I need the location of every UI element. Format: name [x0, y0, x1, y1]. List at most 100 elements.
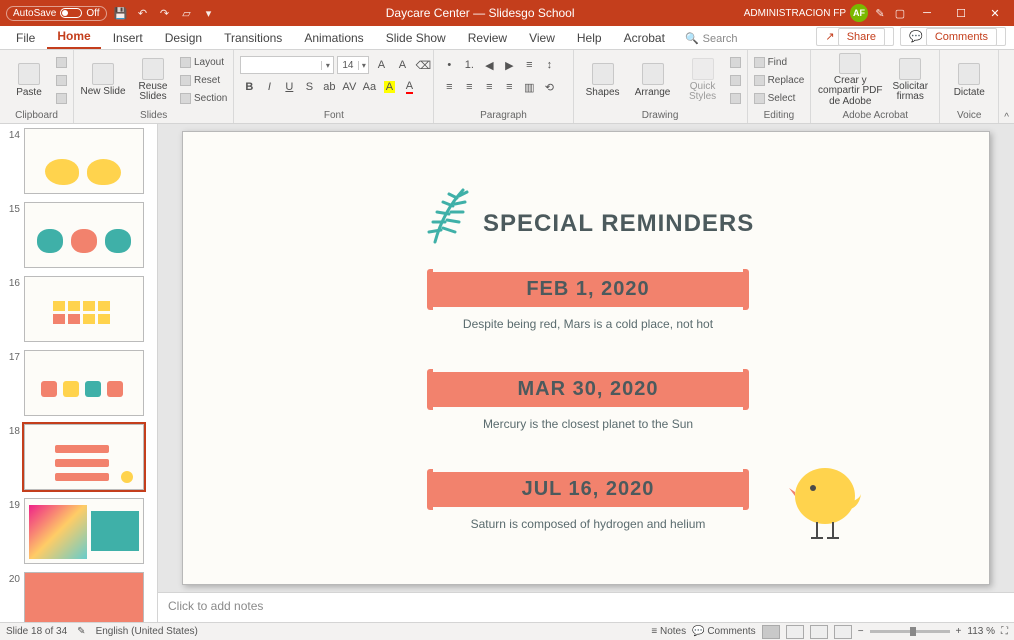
save-icon[interactable]: 💾 [113, 5, 129, 21]
redo-icon[interactable]: ↷ [157, 5, 173, 21]
share-button[interactable]: ↗ Share [816, 27, 894, 46]
reminder-3-date[interactable]: JUL 16, 2020 [433, 472, 743, 507]
reminder-2[interactable]: MAR 30, 2020 Mercury is the closest plan… [433, 372, 743, 431]
tab-file[interactable]: File [6, 27, 45, 49]
reminder-3-desc[interactable]: Saturn is composed of hydrogen and heliu… [433, 517, 743, 531]
format-painter-button[interactable] [56, 90, 67, 106]
view-sorter-button[interactable] [786, 625, 804, 639]
zoom-out-button[interactable]: − [858, 626, 864, 637]
slide-canvas[interactable]: SPECIAL REMINDERS FEB 1, 2020 Despite be… [158, 124, 1014, 592]
notes-pane[interactable]: Click to add notes [158, 592, 1014, 622]
font-size-combo[interactable]: ▾ [337, 56, 369, 74]
comments-toggle[interactable]: 💬 Comments [692, 626, 756, 637]
grow-font-icon[interactable]: A [372, 56, 390, 74]
language-status[interactable]: English (United States) [96, 626, 198, 637]
reminder-2-desc[interactable]: Mercury is the closest planet to the Sun [433, 417, 743, 431]
numbering-button[interactable]: 1. [460, 56, 478, 74]
ribbon-options-icon[interactable]: ▢ [892, 5, 908, 21]
reminder-3[interactable]: JUL 16, 2020 Saturn is composed of hydro… [433, 472, 743, 531]
thumb-15[interactable] [24, 202, 144, 268]
text-direction-button[interactable]: ↕ [540, 56, 558, 74]
slide-counter[interactable]: Slide 18 of 34 [6, 626, 67, 637]
replace-button[interactable]: Replace [754, 72, 805, 88]
thumb-14[interactable] [24, 128, 144, 194]
maximize-button[interactable]: ☐ [946, 0, 976, 26]
thumb-19[interactable] [24, 498, 144, 564]
shrink-font-icon[interactable]: A [393, 56, 411, 74]
justify-button[interactable]: ≡ [500, 78, 518, 96]
zoom-slider[interactable] [870, 630, 950, 633]
spacing-button[interactable]: AV [340, 78, 358, 96]
close-button[interactable]: ✕ [980, 0, 1010, 26]
shadow-button[interactable]: ab [320, 78, 338, 96]
autosave-toggle[interactable]: AutoSave Off [6, 6, 107, 21]
align-center-button[interactable]: ≡ [460, 78, 478, 96]
select-button[interactable]: Select [754, 90, 805, 106]
comments-button[interactable]: 💬 Comments [900, 27, 1006, 46]
shape-fill-button[interactable] [730, 54, 741, 70]
cut-button[interactable] [56, 54, 67, 70]
fit-window-button[interactable]: ⛶ [1001, 626, 1008, 637]
tab-help[interactable]: Help [567, 27, 612, 49]
case-button[interactable]: Aa [360, 78, 378, 96]
tab-acrobat[interactable]: Acrobat [614, 27, 675, 49]
clear-format-icon[interactable]: ⌫ [414, 56, 432, 74]
font-color-button[interactable]: A [400, 78, 418, 96]
view-normal-button[interactable] [762, 625, 780, 639]
slide[interactable]: SPECIAL REMINDERS FEB 1, 2020 Despite be… [182, 131, 990, 585]
thumb-18[interactable] [24, 424, 144, 490]
tab-slideshow[interactable]: Slide Show [376, 27, 456, 49]
thumb-20[interactable] [24, 572, 144, 622]
shapes-button[interactable]: Shapes [580, 53, 626, 107]
strike-button[interactable]: S [300, 78, 318, 96]
collapse-ribbon-icon[interactable]: ^ [999, 50, 1014, 123]
reminder-1-date[interactable]: FEB 1, 2020 [433, 272, 743, 307]
quickstyles-button[interactable]: Quick Styles [680, 53, 726, 107]
tell-me-search[interactable]: 🔍 Search [677, 32, 738, 49]
shape-outline-button[interactable] [730, 72, 741, 88]
pencil-icon[interactable]: ✎ [872, 5, 888, 21]
reset-button[interactable]: Reset [180, 72, 227, 88]
view-slideshow-button[interactable] [834, 625, 852, 639]
thumb-16[interactable] [24, 276, 144, 342]
shape-effects-button[interactable] [730, 90, 741, 106]
arrange-button[interactable]: Arrange [630, 53, 676, 107]
reuse-slides-button[interactable]: Reuse Slides [130, 53, 176, 107]
slide-title[interactable]: SPECIAL REMINDERS [483, 210, 754, 238]
slide-thumbnails-panel[interactable]: 14 15 16 17 [0, 124, 158, 622]
tab-transitions[interactable]: Transitions [214, 27, 292, 49]
font-family-combo[interactable]: ▾ [240, 56, 334, 74]
undo-icon[interactable]: ↶ [135, 5, 151, 21]
qat-dropdown-icon[interactable]: ▾ [201, 5, 217, 21]
adobe-sign-button[interactable]: Solicitar firmas [887, 53, 933, 107]
slideshow-start-icon[interactable]: ▱ [179, 5, 195, 21]
view-reading-button[interactable] [810, 625, 828, 639]
zoom-in-button[interactable]: + [956, 626, 962, 637]
zoom-level[interactable]: 113 % [967, 626, 995, 637]
font-size-input[interactable] [338, 60, 358, 71]
line-spacing-button[interactable]: ≡ [520, 56, 538, 74]
section-button[interactable]: Section [180, 90, 227, 106]
copy-button[interactable] [56, 72, 67, 88]
underline-button[interactable]: U [280, 78, 298, 96]
smartart-button[interactable]: ⟲ [540, 78, 558, 96]
tab-view[interactable]: View [519, 27, 565, 49]
highlight-button[interactable]: A [380, 78, 398, 96]
italic-button[interactable]: I [260, 78, 278, 96]
columns-button[interactable]: ▥ [520, 78, 538, 96]
layout-button[interactable]: Layout [180, 54, 227, 70]
font-family-input[interactable] [241, 60, 321, 71]
tab-animations[interactable]: Animations [294, 27, 373, 49]
indent-inc-button[interactable]: ▶ [500, 56, 518, 74]
tab-home[interactable]: Home [47, 25, 100, 49]
reminder-1[interactable]: FEB 1, 2020 Despite being red, Mars is a… [433, 272, 743, 331]
minimize-button[interactable]: ─ [912, 0, 942, 26]
paste-button[interactable]: Paste [6, 53, 52, 107]
bold-button[interactable]: B [240, 78, 258, 96]
adobe-create-button[interactable]: Crear y compartir PDF de Adobe [817, 53, 883, 107]
spell-icon[interactable]: ✎ [77, 626, 85, 637]
tab-insert[interactable]: Insert [103, 27, 153, 49]
thumb-17[interactable] [24, 350, 144, 416]
bullets-button[interactable]: • [440, 56, 458, 74]
tab-review[interactable]: Review [458, 27, 517, 49]
